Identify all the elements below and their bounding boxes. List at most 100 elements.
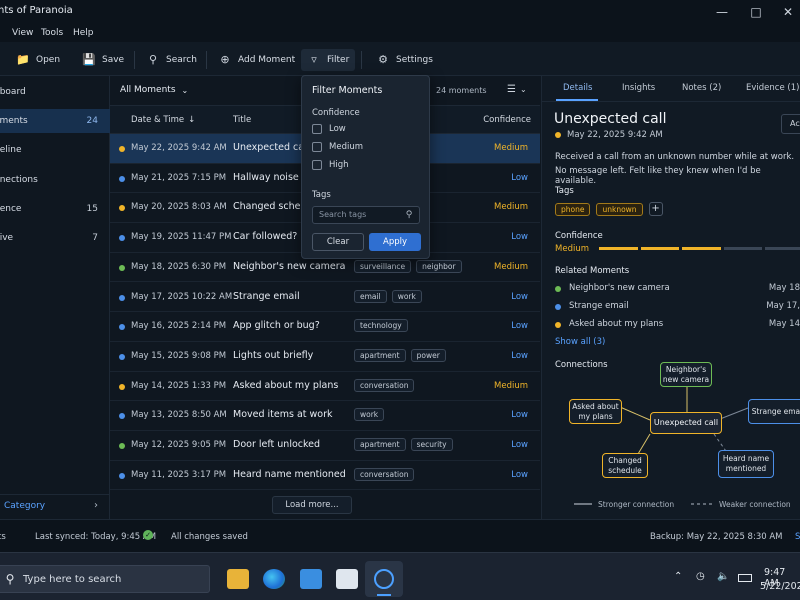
tag-chip[interactable]: technology: [354, 319, 408, 333]
checkbox-low[interactable]: Low: [312, 124, 346, 134]
row-tags: surveillance neighbor: [354, 259, 462, 273]
row-date: May 16, 2025 2:14 PM: [131, 321, 227, 332]
tag-chip[interactable]: neighbor: [416, 259, 462, 273]
save-button[interactable]: 💾 Save: [76, 49, 130, 71]
tag-search-input[interactable]: Search tags ⚲: [312, 206, 420, 224]
filter-button[interactable]: ▿ Filter: [301, 49, 356, 71]
tab-insights[interactable]: Insights: [622, 83, 655, 93]
menu-view[interactable]: View: [12, 28, 33, 38]
tag-chip[interactable]: power: [410, 348, 446, 362]
volume-icon[interactable]: 🔈: [717, 571, 729, 582]
sidebar-item-moments[interactable]: oments 24: [0, 109, 110, 133]
confidence-dot: [119, 205, 125, 212]
row-title: Heard name mentioned: [233, 468, 346, 480]
maximize-button[interactable]: □: [746, 2, 766, 22]
row-tags: apartment security: [354, 438, 453, 451]
close-button[interactable]: ✕: [778, 2, 798, 22]
graph-node-email[interactable]: Strange email: [748, 399, 800, 424]
clear-button[interactable]: Clear: [312, 233, 364, 251]
graph-node-camera[interactable]: Neighbor's new camera: [660, 362, 712, 387]
tag-chip[interactable]: conversation: [354, 378, 415, 392]
table-row[interactable]: May 12, 2025 9:05 PM Door left unlocked ap…: [110, 431, 540, 461]
graph-node-schedule[interactable]: Changed schedule: [602, 453, 648, 478]
menu-bar: View Tools Help: [0, 24, 800, 42]
tab-details[interactable]: Details: [563, 83, 592, 93]
row-confidence: Medium: [494, 261, 528, 272]
tab-notes[interactable]: Notes (2): [682, 83, 721, 93]
store-icon[interactable]: [300, 569, 322, 589]
tab-evidence[interactable]: Evidence (1): [746, 83, 799, 93]
confidence-dot: [119, 413, 125, 420]
gear-icon: ⚙: [378, 53, 388, 66]
tag-chip[interactable]: security: [410, 438, 453, 451]
load-more-button[interactable]: Load more...: [272, 496, 352, 514]
menu-tools[interactable]: Tools: [41, 28, 63, 38]
tag-chip[interactable]: work: [391, 289, 422, 303]
row-date: May 22, 2025 9:42 AM: [131, 143, 227, 153]
edge-browser-icon[interactable]: [263, 569, 285, 589]
graph-node-name[interactable]: Heard name mentioned: [718, 450, 774, 478]
view-mode-button[interactable]: ☰ ⌄: [507, 84, 527, 95]
chevron-up-icon[interactable]: ⌃: [674, 571, 682, 582]
actions-button[interactable]: Act: [781, 114, 800, 134]
sidebar-item-evidence[interactable]: dence 15: [0, 197, 110, 221]
date-column-header[interactable]: Date & Time ↓: [131, 115, 195, 125]
settings-button[interactable]: ⚙ Settings: [370, 49, 439, 71]
taskbar-search[interactable]: ⚲ Type here to search: [0, 565, 210, 593]
table-row[interactable]: May 15, 2025 9:08 PM Lights out briefly ap…: [110, 342, 540, 372]
save-icon: 💾: [82, 53, 96, 66]
graph-node-plans[interactable]: Asked about my plans: [569, 399, 622, 424]
view-select[interactable]: All Moments ⌄: [120, 85, 188, 95]
table-row[interactable]: May 17, 2025 10:22 AM Strange email email w…: [110, 283, 540, 313]
title-column-header[interactable]: Title: [233, 115, 251, 125]
table-row[interactable]: May 11, 2025 3:17 PM Heard name mentioned…: [110, 461, 540, 491]
tag-phone[interactable]: phone: [555, 202, 591, 216]
checkbox-medium[interactable]: Medium: [312, 142, 363, 152]
plus-circle-icon: ⊕: [220, 53, 230, 66]
tag-unknown[interactable]: unknown: [596, 202, 643, 216]
tag-chip[interactable]: email: [354, 289, 387, 303]
graph-node-center[interactable]: Unexpected call: [650, 412, 722, 434]
minimize-button[interactable]: —: [712, 2, 732, 22]
tag-chip[interactable]: surveillance: [354, 259, 412, 273]
row-title: Asked about my plans: [233, 379, 339, 391]
row-title: Hallway noise: [233, 171, 299, 183]
apply-button[interactable]: Apply: [369, 233, 421, 251]
row-tags: conversation: [354, 467, 415, 481]
tag-chip[interactable]: conversation: [354, 467, 415, 481]
sidebar-item-archive[interactable]: hive 7: [0, 226, 110, 250]
row-date: May 17, 2025 10:22 AM: [131, 291, 233, 302]
menu-help[interactable]: Help: [73, 28, 94, 38]
tag-chip[interactable]: apartment: [354, 438, 406, 451]
sidebar-item-connections[interactable]: nnections: [0, 168, 110, 192]
show-all-link[interactable]: Show all (3): [555, 337, 605, 347]
sidebar-item-dashboard[interactable]: hboard: [0, 80, 110, 104]
status-right-link[interactable]: S: [795, 532, 800, 542]
app-eye-icon: [374, 569, 394, 589]
check-circle-icon: ✓: [143, 530, 153, 540]
table-row[interactable]: May 16, 2025 2:14 PM App glitch or bug? te…: [110, 312, 540, 342]
row-tags: email work: [354, 289, 422, 303]
wifi-icon[interactable]: ◷: [696, 571, 705, 582]
detail-tags: phone unknown +: [555, 202, 663, 216]
add-tag-button[interactable]: +: [648, 202, 663, 216]
search-button[interactable]: ⚲ Search: [140, 49, 203, 71]
open-button[interactable]: 📁 Open: [10, 49, 66, 71]
list-icon: ☰: [507, 84, 516, 95]
table-row[interactable]: May 13, 2025 8:50 AM Moved items at work w…: [110, 401, 540, 431]
sidebar-item-timeline[interactable]: neline: [0, 138, 110, 162]
clock-date[interactable]: 5/22/202: [760, 581, 800, 592]
checkbox-high[interactable]: High: [312, 160, 349, 170]
active-app-tile[interactable]: [365, 561, 403, 597]
table-row[interactable]: May 14, 2025 1:33 PM Asked about my plans…: [110, 372, 540, 402]
add-category-button[interactable]: Category ›: [0, 494, 110, 518]
tag-chip[interactable]: work: [354, 408, 385, 422]
search-icon: ⚲: [405, 210, 413, 220]
row-tags: work: [354, 408, 385, 422]
battery-icon[interactable]: [738, 574, 752, 582]
add-moment-button[interactable]: ⊕ Add Moment: [212, 49, 301, 71]
tag-chip[interactable]: apartment: [354, 348, 406, 362]
file-explorer-icon[interactable]: [227, 569, 249, 589]
contacts-icon[interactable]: [336, 569, 358, 589]
confidence-column-header[interactable]: Confidence: [483, 115, 531, 125]
